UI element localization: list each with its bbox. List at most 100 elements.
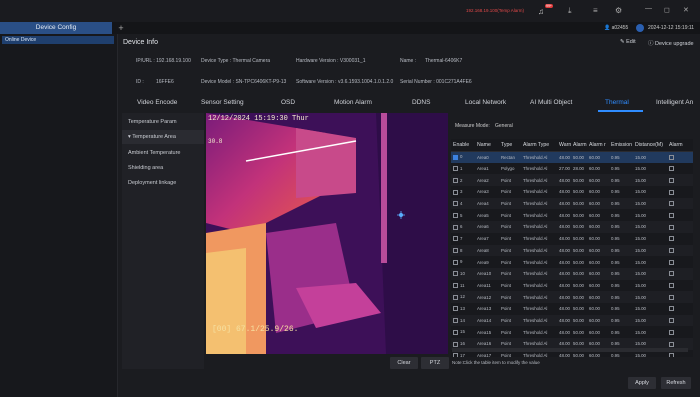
table-cell[interactable]: Point	[499, 291, 521, 303]
table-cell[interactable]: Threshold Al	[521, 256, 557, 268]
table-cell[interactable]: Threshold Al	[521, 280, 557, 292]
table-cell[interactable]: 15.00	[633, 291, 667, 303]
table-row[interactable]: 15 Area15 Point Threshold Al 48.00 50.00 60.00…	[451, 326, 693, 338]
table-cell[interactable]: 0.95	[609, 163, 633, 175]
table-cell[interactable]: 15.00	[633, 280, 667, 292]
table-cell[interactable]: Threshold Al	[521, 314, 557, 327]
alarm-cell[interactable]	[667, 291, 693, 303]
alarm-cell[interactable]	[667, 267, 693, 280]
table-cell[interactable]: 0.95	[609, 291, 633, 303]
table-cell[interactable]: 48.00	[557, 291, 571, 303]
enable-cell[interactable]: 13	[451, 303, 475, 315]
table-cell[interactable]: Threshold Al	[521, 291, 557, 303]
table-cell[interactable]: 48.00	[557, 209, 571, 221]
table-cell[interactable]: 15.00	[633, 209, 667, 221]
table-cell[interactable]: 48.00	[557, 233, 571, 245]
table-row[interactable]: 8 Area8 Point Threshold Al 48.00 50.00 60.00 0.…	[451, 244, 693, 257]
alarm-checkbox[interactable]	[669, 154, 674, 160]
alarm-cell[interactable]	[667, 186, 693, 198]
alarm-bell-icon[interactable]: ♫	[538, 7, 544, 16]
table-cell[interactable]: 15.00	[633, 197, 667, 210]
enable-checkbox[interactable]	[453, 283, 458, 289]
table-cell[interactable]: 50.00	[571, 151, 587, 163]
ptz-button[interactable]: PTZ	[421, 357, 449, 369]
table-cell[interactable]: Point	[499, 244, 521, 257]
enable-cell[interactable]: 14	[451, 314, 475, 327]
table-cell[interactable]: 60.00	[587, 291, 609, 303]
side-item-temperature-param[interactable]: Temperature Param	[122, 115, 204, 129]
alarm-checkbox[interactable]	[669, 248, 674, 254]
table-row[interactable]: 9 Area9 Point Threshold Al 48.00 50.00 60.00 0.…	[451, 256, 693, 268]
table-row[interactable]: 3 Area3 Point Threshold Al 48.00 50.00 60.00 0.…	[451, 186, 693, 198]
tab-thermal[interactable]: Thermal	[605, 96, 629, 110]
table-cell[interactable]: 50.00	[571, 174, 587, 187]
table-cell[interactable]: Threshold Al	[521, 326, 557, 338]
table-cell[interactable]: 0.95	[609, 209, 633, 221]
table-cell[interactable]: 48.00	[557, 326, 571, 338]
table-cell[interactable]: Area0	[475, 151, 499, 163]
table-cell[interactable]: Point	[499, 314, 521, 327]
alarm-checkbox[interactable]	[669, 212, 674, 218]
table-cell[interactable]: 15.00	[633, 221, 667, 233]
table-cell[interactable]: Area13	[475, 303, 499, 315]
refresh-button[interactable]: Refresh	[661, 377, 691, 389]
table-cell[interactable]: Area6	[475, 221, 499, 233]
alarm-checkbox[interactable]	[669, 271, 674, 277]
device-upgrade-button[interactable]: ⓘ Device upgrade	[648, 39, 694, 47]
download-icon[interactable]: ⤓	[568, 6, 572, 16]
table-cell[interactable]: 15.00	[633, 163, 667, 175]
maximize-button[interactable]: ◻	[664, 6, 670, 14]
table-cell[interactable]: 60.00	[587, 280, 609, 292]
enable-checkbox[interactable]	[453, 341, 458, 347]
table-row[interactable]: 1 Area1 Polygo Threshold Al 27.00 28.00 60.00 0…	[451, 163, 693, 175]
table-cell[interactable]: Point	[499, 256, 521, 268]
alarm-checkbox[interactable]	[669, 341, 674, 347]
table-row[interactable]: 6 Area6 Point Threshold Al 48.00 50.00 60.00 0.…	[451, 221, 693, 233]
alarm-checkbox[interactable]	[669, 294, 674, 300]
table-cell[interactable]: Point	[499, 267, 521, 280]
thermal-video-preview[interactable]: 12/12/2024 15:19:30 Thur 30.8 [00] 67.1/…	[206, 113, 448, 354]
table-cell[interactable]: 50.00	[571, 256, 587, 268]
alarm-cell[interactable]	[667, 174, 693, 187]
alarm-checkbox[interactable]	[669, 166, 674, 172]
settings-icon[interactable]: ⚙	[615, 6, 622, 15]
table-cell[interactable]: 60.00	[587, 326, 609, 338]
table-cell[interactable]: 50.00	[571, 233, 587, 245]
table-cell[interactable]: 15.00	[633, 186, 667, 198]
table-cell[interactable]: Point	[499, 326, 521, 338]
alarm-checkbox[interactable]	[669, 224, 674, 230]
table-cell[interactable]: Point	[499, 233, 521, 245]
table-cell[interactable]: 60.00	[587, 151, 609, 163]
alarm-checkbox[interactable]	[669, 259, 674, 265]
table-cell[interactable]: Point	[499, 303, 521, 315]
table-row[interactable]: 0 Area0 Rectan Threshold Al 48.00 50.00 60.00 0…	[451, 151, 693, 163]
side-item-shielding-area[interactable]: Shielding area	[122, 161, 204, 175]
table-row[interactable]: 11 Area11 Point Threshold Al 48.00 50.00 60.00…	[451, 280, 693, 292]
enable-cell[interactable]: 8	[451, 244, 475, 257]
table-cell[interactable]: 48.00	[557, 303, 571, 315]
side-item-ambient-temperature[interactable]: Ambient Temperature	[122, 146, 204, 160]
table-cell[interactable]: 60.00	[587, 221, 609, 233]
table-cell[interactable]: Area10	[475, 267, 499, 280]
table-cell[interactable]: 15.00	[633, 244, 667, 257]
table-cell[interactable]: 50.00	[571, 326, 587, 338]
table-cell[interactable]: Area2	[475, 174, 499, 187]
table-cell[interactable]: 60.00	[587, 186, 609, 198]
table-cell[interactable]: 0.95	[609, 326, 633, 338]
alarm-cell[interactable]	[667, 256, 693, 268]
enable-cell[interactable]: 5	[451, 209, 475, 221]
table-cell[interactable]: 50.00	[571, 280, 587, 292]
table-cell[interactable]: 60.00	[587, 163, 609, 175]
alarm-cell[interactable]	[667, 280, 693, 292]
enable-checkbox[interactable]	[453, 318, 458, 324]
table-cell[interactable]: Area14	[475, 314, 499, 327]
table-cell[interactable]: Threshold Al	[521, 197, 557, 210]
enable-checkbox[interactable]	[453, 212, 458, 218]
table-cell[interactable]: 0.95	[609, 314, 633, 327]
table-cell[interactable]: 60.00	[587, 174, 609, 187]
alarm-checkbox[interactable]	[669, 318, 674, 324]
enable-checkbox[interactable]	[453, 236, 458, 242]
enable-checkbox[interactable]	[453, 201, 458, 207]
alarm-cell[interactable]	[667, 233, 693, 245]
enable-checkbox[interactable]	[453, 177, 458, 183]
